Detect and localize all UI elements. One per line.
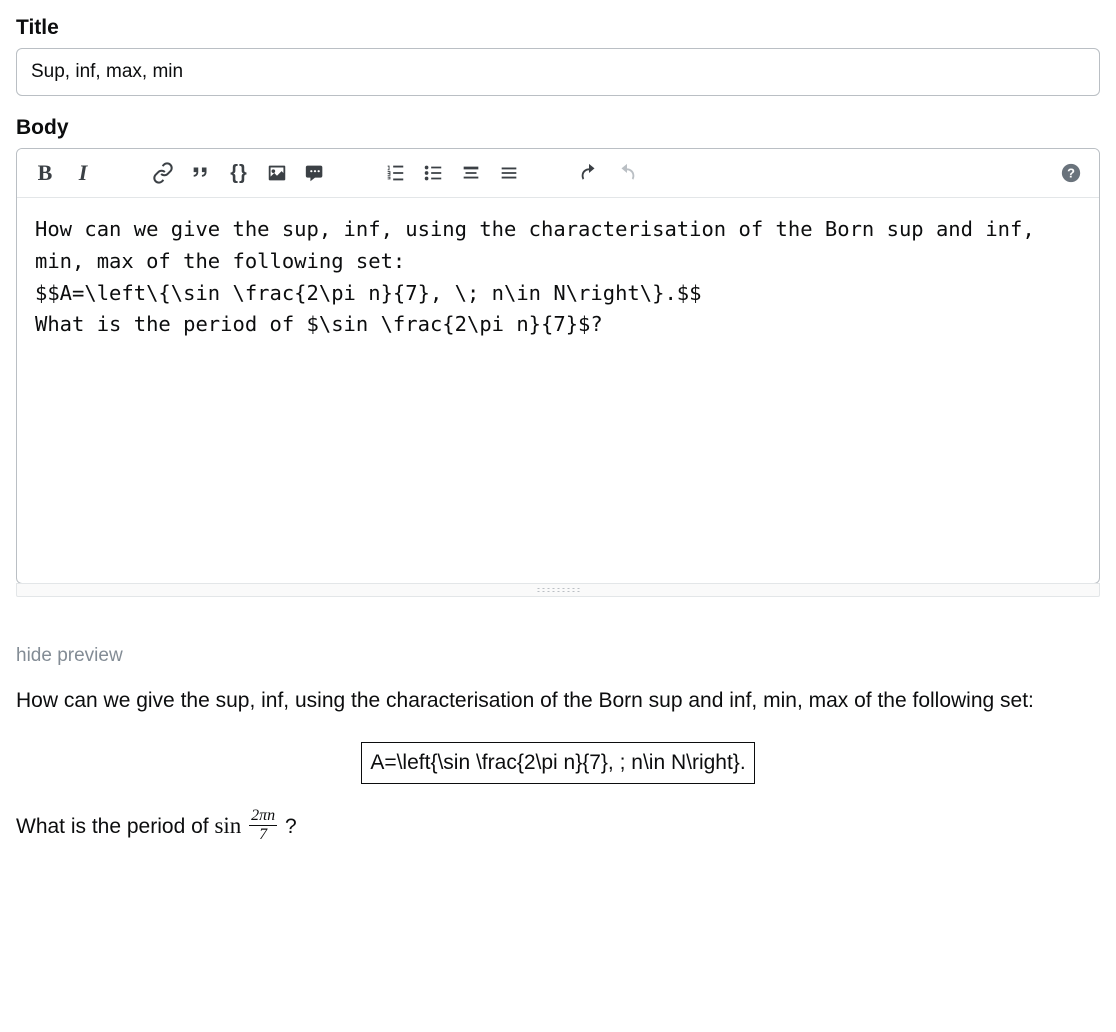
snippet-icon — [304, 162, 326, 184]
image-button[interactable] — [263, 159, 291, 187]
resize-grippie[interactable] — [16, 583, 1100, 597]
link-button[interactable] — [149, 159, 177, 187]
undo-button[interactable] — [575, 159, 603, 187]
hr-button[interactable] — [495, 159, 523, 187]
editor-toolbar: B I {} — [17, 149, 1099, 198]
undo-icon — [578, 162, 600, 184]
preview-fraction: 2πn7 — [249, 808, 277, 843]
preview-math-display: A=\left{\sin \frac{2\pi n}{7}, ; n\in N\… — [16, 742, 1100, 785]
preview-paragraph-1: How can we give the sup, inf, using the … — [16, 685, 1100, 718]
preview-p2-suffix: ? — [279, 815, 297, 838]
heading-button[interactable] — [457, 159, 485, 187]
quote-button[interactable] — [187, 159, 215, 187]
heading-icon — [460, 162, 482, 184]
grippie-dots-icon — [536, 587, 580, 593]
quote-icon — [190, 162, 212, 184]
bullet-list-button[interactable] — [419, 159, 447, 187]
numbered-list-button[interactable] — [381, 159, 409, 187]
preview-paragraph-2: What is the period of sin 2πn7 ? — [16, 808, 1100, 845]
snippet-button[interactable] — [301, 159, 329, 187]
italic-button[interactable]: I — [69, 159, 97, 187]
title-field-group: Title — [16, 16, 1100, 96]
help-button[interactable]: ? — [1057, 159, 1085, 187]
help-icon: ? — [1060, 162, 1082, 184]
preview-sin: sin — [214, 813, 241, 838]
preview-frac-num: 2πn — [249, 808, 277, 826]
title-label: Title — [16, 16, 1100, 40]
body-field-group: Body B I {} — [16, 116, 1100, 597]
redo-button[interactable] — [613, 159, 641, 187]
numbered-list-icon — [384, 162, 406, 184]
bold-button[interactable]: B — [31, 159, 59, 187]
preview-frac-den: 7 — [249, 826, 277, 843]
editor-box: B I {} — [16, 148, 1100, 584]
preview-formula-box: A=\left{\sin \frac{2\pi n}{7}, ; n\in N\… — [361, 742, 754, 785]
hr-icon — [498, 162, 520, 184]
preview-inline-math: sin 2πn7 — [214, 815, 279, 838]
body-label: Body — [16, 116, 1100, 140]
title-input[interactable] — [16, 48, 1100, 96]
code-button[interactable]: {} — [225, 159, 253, 187]
link-icon — [152, 162, 174, 184]
hide-preview-link[interactable]: hide preview — [16, 645, 123, 667]
preview-pane: How can we give the sup, inf, using the … — [16, 685, 1100, 845]
image-icon — [266, 162, 288, 184]
body-textarea[interactable] — [17, 198, 1099, 578]
svg-text:?: ? — [1067, 166, 1075, 181]
redo-icon — [616, 162, 638, 184]
preview-p2-prefix: What is the period of — [16, 815, 214, 838]
bullet-list-icon — [422, 162, 444, 184]
